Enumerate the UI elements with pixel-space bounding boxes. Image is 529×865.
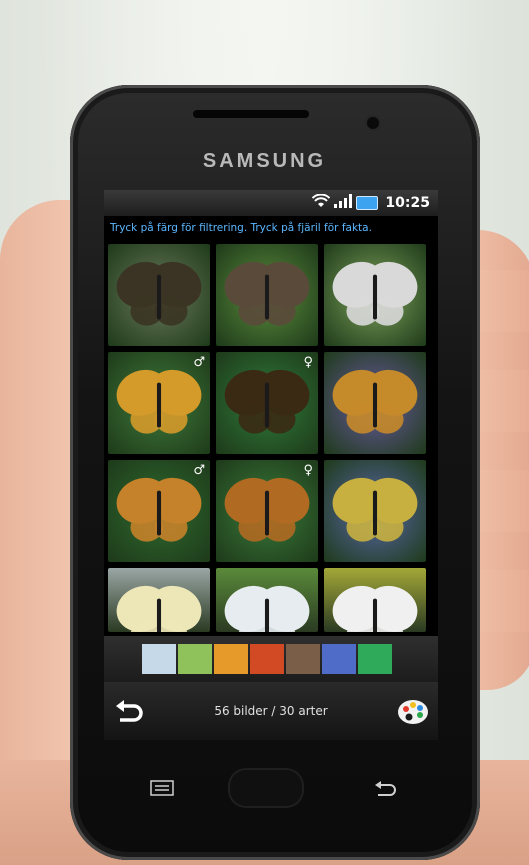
menu-icon	[150, 780, 174, 796]
color-filter-light-blue[interactable]	[142, 644, 176, 674]
earpiece	[193, 110, 309, 118]
butterfly-thumbnail[interactable]	[216, 568, 318, 632]
hardware-back-key[interactable]	[372, 780, 398, 798]
sex-symbol: ♀	[303, 355, 313, 370]
signal-icon	[334, 193, 353, 212]
palette-icon	[398, 700, 428, 724]
instruction-text: Tryck på färg för filtrering. Tryck på f…	[110, 222, 372, 234]
wifi-icon	[312, 193, 331, 212]
butterfly-thumbnail[interactable]	[324, 244, 426, 346]
color-palette-button[interactable]	[396, 694, 430, 728]
butterfly-thumbnail[interactable]: ♀	[216, 460, 318, 562]
status-time: 10:25	[385, 194, 430, 211]
hardware-home-key[interactable]	[228, 768, 304, 808]
front-camera	[367, 117, 379, 129]
butterfly-thumbnail[interactable]: ♀	[216, 352, 318, 454]
color-filter-orange[interactable]	[214, 644, 248, 674]
butterfly-thumbnail[interactable]: ♂	[108, 460, 210, 562]
battery-icon	[356, 195, 379, 210]
butterfly-thumbnail[interactable]	[324, 568, 426, 632]
back-arrow-icon	[375, 781, 396, 796]
butterfly-grid: ♂ ♀ ♂ ♀	[108, 244, 436, 562]
butterfly-thumbnail[interactable]	[324, 460, 426, 562]
butterfly-thumbnail[interactable]	[108, 568, 210, 632]
color-filter-bar	[104, 636, 438, 682]
sex-symbol: ♂	[193, 463, 205, 478]
color-filter-red[interactable]	[250, 644, 284, 674]
screen: 10:25 Tryck på färg för filtrering. Tryc…	[104, 190, 438, 740]
image-species-count: 56 bilder / 30 arter	[214, 704, 328, 718]
butterfly-thumbnail[interactable]: ♂	[108, 352, 210, 454]
color-filter-green[interactable]	[358, 644, 392, 674]
butterfly-thumbnail[interactable]	[108, 244, 210, 346]
color-filter-blue[interactable]	[322, 644, 356, 674]
color-filter-brown[interactable]	[286, 644, 320, 674]
bottom-bar: 56 bilder / 30 arter	[104, 682, 438, 740]
butterfly-thumbnail[interactable]	[216, 244, 318, 346]
hardware-menu-key[interactable]	[150, 780, 174, 796]
sex-symbol: ♀	[303, 463, 313, 478]
butterfly-grid-partial-row	[108, 568, 436, 632]
color-filter-light-green[interactable]	[178, 644, 212, 674]
butterfly-thumbnail[interactable]	[324, 352, 426, 454]
status-bar: 10:25	[104, 190, 438, 216]
sex-symbol: ♂	[193, 355, 205, 370]
brand-logo: SAMSUNG	[202, 150, 327, 172]
